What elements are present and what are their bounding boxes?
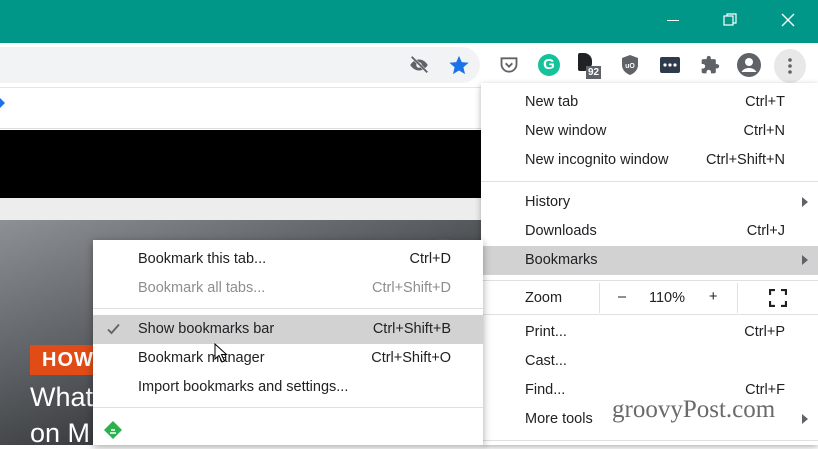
feedly-icon: [104, 421, 122, 439]
submenu-arrow-icon: [802, 255, 808, 265]
menu-separator: [481, 181, 818, 182]
menu-separator: [481, 314, 818, 315]
password-manager-icon[interactable]: [656, 51, 684, 79]
pocket-icon[interactable]: [495, 51, 523, 79]
menu-item-label: New incognito window: [525, 152, 669, 168]
svg-text:uO: uO: [625, 63, 635, 70]
extension-badge-icon[interactable]: 92: [574, 51, 602, 79]
menu-item-label: Bookmark this tab...: [138, 251, 267, 267]
kebab-menu-icon: [788, 58, 792, 74]
mouse-cursor-icon: [214, 343, 228, 363]
menu-item-label: Show bookmarks bar: [138, 321, 275, 337]
menu-item-shortcut: Ctrl+Shift+O: [371, 350, 451, 366]
menu-item-label: History: [525, 194, 571, 210]
minimize-icon: [667, 19, 679, 21]
puzzle-icon[interactable]: [696, 51, 724, 79]
minimize-button[interactable]: [646, 0, 700, 40]
zoom-divider: [599, 283, 600, 313]
menu-separator: [481, 280, 818, 281]
zoom-out-button[interactable]: –: [618, 289, 626, 305]
zoom-level: 110%: [649, 290, 686, 306]
menu-item-new-incognito[interactable]: New incognito window Ctrl+Shift+N: [481, 146, 818, 175]
profile-icon[interactable]: [735, 51, 763, 79]
bookmarks-submenu: Bookmark this tab... Ctrl+D Bookmark all…: [93, 240, 483, 445]
submenu-item-import-bookmarks[interactable]: Import bookmarks and settings...: [93, 373, 483, 402]
submenu-arrow-icon: [802, 197, 808, 207]
page-divider: [0, 198, 482, 220]
page-header: [0, 88, 482, 129]
submenu-item-bookmark-folder[interactable]: [93, 415, 483, 444]
submenu-item-bookmark-manager[interactable]: Bookmark manager Ctrl+Shift+O: [93, 344, 483, 373]
menu-item-label: New tab: [525, 94, 579, 110]
menu-item-shortcut: Ctrl+Shift+N: [706, 152, 785, 168]
menu-item-shortcut: Ctrl+N: [743, 123, 786, 139]
menu-item-label: Bookmark manager: [138, 350, 265, 366]
zoom-label: Zoom: [525, 290, 563, 306]
menu-item-label: Bookmark all tabs...: [138, 280, 266, 296]
submenu-item-bookmark-all-tabs[interactable]: Bookmark all tabs... Ctrl+Shift+D: [93, 274, 483, 303]
menu-item-label: More tools: [525, 411, 593, 427]
eye-off-icon[interactable]: [405, 51, 433, 79]
page-logo-fragment: [0, 98, 5, 108]
star-icon[interactable]: [445, 51, 473, 79]
menu-item-new-tab[interactable]: New tab Ctrl+T: [481, 88, 818, 117]
menu-item-shortcut: Ctrl+D: [409, 251, 452, 267]
menu-item-shortcut: Ctrl+J: [746, 223, 785, 239]
menu-item-label: Bookmarks: [525, 252, 598, 268]
submenu-arrow-icon: [802, 414, 808, 424]
menu-item-history[interactable]: History: [481, 188, 818, 217]
ublock-icon[interactable]: uO: [616, 51, 644, 79]
menu-item-new-window[interactable]: New window Ctrl+N: [481, 117, 818, 146]
menu-item-label: Print...: [525, 324, 567, 340]
menu-item-shortcut: Ctrl+P: [744, 324, 785, 340]
menu-item-shortcut: Ctrl+T: [745, 94, 785, 110]
submenu-item-bookmark-tab[interactable]: Bookmark this tab... Ctrl+D: [93, 245, 483, 274]
title-bar: [0, 0, 818, 43]
menu-item-label: Find...: [525, 382, 566, 398]
menu-item-label: Cast...: [525, 353, 567, 369]
menu-item-shortcut: Ctrl+Shift+D: [372, 280, 451, 296]
menu-separator: [481, 440, 818, 441]
restore-button[interactable]: [703, 0, 757, 40]
page-banner: [0, 130, 482, 198]
article-headline-line-2[interactable]: on M: [30, 418, 90, 449]
menu-item-downloads[interactable]: Downloads Ctrl+J: [481, 217, 818, 246]
submenu-item-show-bookmarks-bar[interactable]: Show bookmarks bar Ctrl+Shift+B: [93, 315, 483, 344]
menu-item-zoom: Zoom – 110% +: [481, 283, 818, 313]
kebab-menu-button[interactable]: [774, 49, 806, 83]
menu-item-bookmarks[interactable]: Bookmarks: [481, 246, 818, 275]
badge-count: 92: [586, 66, 602, 79]
article-headline-line-1[interactable]: What: [30, 382, 93, 413]
zoom-divider: [737, 283, 738, 313]
chrome-main-menu: New tab Ctrl+T New window Ctrl+N New inc…: [481, 83, 818, 445]
restore-icon: [723, 13, 737, 26]
menu-separator: [93, 308, 483, 309]
menu-item-shortcut: Ctrl+Shift+B: [372, 321, 451, 337]
checkmark-icon: [107, 323, 120, 335]
menu-item-label: Downloads: [525, 223, 597, 239]
fullscreen-icon: [768, 288, 788, 308]
close-icon: [781, 13, 795, 27]
watermark: groovyPost.com: [612, 396, 776, 423]
menu-item-label: New window: [525, 123, 607, 139]
close-button[interactable]: [761, 0, 815, 40]
menu-separator: [93, 407, 483, 408]
grammarly-icon[interactable]: G: [535, 51, 563, 79]
fullscreen-button[interactable]: [768, 288, 788, 308]
menu-item-cast[interactable]: Cast...: [481, 347, 818, 376]
menu-item-label: Import bookmarks and settings...: [138, 379, 349, 395]
menu-item-print[interactable]: Print... Ctrl+P: [481, 318, 818, 347]
zoom-in-button[interactable]: +: [709, 289, 717, 305]
